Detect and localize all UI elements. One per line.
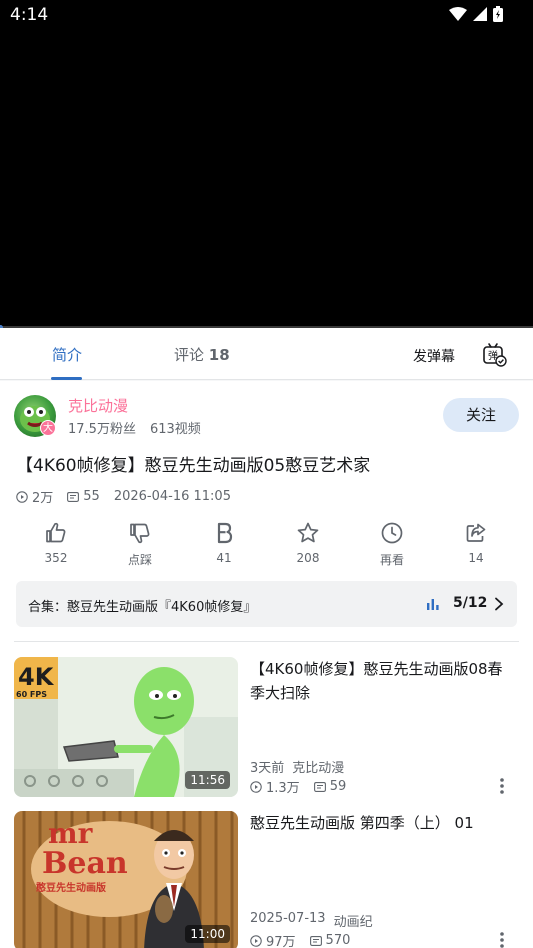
- danmaku-count-icon: [309, 935, 322, 946]
- play-count-icon: [250, 780, 262, 793]
- video-meta: 2万 55 2026-04-16 11:05: [16, 487, 231, 506]
- collection-label: 合集：憨豆先生动画版『4K60帧修复』: [28, 600, 257, 615]
- wifi-icon: [449, 7, 467, 21]
- like-button[interactable]: 352: [16, 521, 96, 565]
- battery-icon: [493, 6, 503, 22]
- uploader-name[interactable]: 克比动漫: [68, 395, 128, 416]
- follow-button[interactable]: 关注: [443, 398, 519, 432]
- section-divider: [14, 641, 519, 642]
- coin-button[interactable]: 41: [184, 521, 264, 565]
- action-bar: 352 点踩 41 208 再看 14: [0, 521, 533, 571]
- dislike-button[interactable]: 点踩: [100, 521, 180, 568]
- more-options-icon[interactable]: [494, 777, 510, 795]
- send-danmaku-button[interactable]: 发弹幕: [413, 346, 455, 366]
- thumbnail-4k-badge: 4K: [18, 663, 55, 691]
- share-icon: [466, 523, 486, 542]
- coin-count: 41: [216, 551, 232, 565]
- uploader-video-count: 613视频: [149, 422, 201, 437]
- status-icons: [449, 6, 503, 22]
- thumbs-down-icon: [130, 523, 150, 544]
- thumbnail-fps-label: 60 FPS: [16, 690, 47, 699]
- thumbs-up-icon: [46, 522, 66, 543]
- recommended-thumbnail[interactable]: 4K 60 FPS 11:56: [14, 657, 238, 797]
- recommended-uploader: 克比动漫: [292, 761, 345, 776]
- thumbnail-logo-subtitle: 憨豆先生动画版: [36, 881, 106, 894]
- recommended-time: 3天前: [250, 761, 285, 776]
- video-views: 2万: [32, 491, 54, 506]
- tab-active-indicator: [51, 377, 82, 380]
- thumbnail-logo-bean: Bean: [42, 846, 128, 881]
- video-player[interactable]: [0, 0, 533, 327]
- watch-later-label: 再看: [379, 553, 404, 567]
- recommended-video[interactable]: mr Bean 憨豆先生动画版 11:00 憨豆先生动画版 第四季（上） 01 …: [14, 811, 519, 948]
- recommended-views: 97万: [266, 935, 296, 948]
- recommended-video[interactable]: 4K 60 FPS 11:56 【4K60帧修复】憨豆先生动画版08春季大扫除 …: [14, 657, 519, 797]
- video-publish-date: 2026-04-16 11:05: [113, 489, 231, 504]
- recommended-thumbnail[interactable]: mr Bean 憨豆先生动画版 11:00: [14, 811, 238, 948]
- share-count: 14: [468, 551, 484, 565]
- danmaku-count-icon: [313, 781, 326, 792]
- tab-comments[interactable]: 评论 18: [174, 344, 230, 365]
- favorite-button[interactable]: 208: [268, 521, 348, 565]
- recommended-meta: 3天前 克比动漫: [250, 757, 344, 776]
- danmaku-toggle-icon[interactable]: 弹: [481, 342, 507, 368]
- status-time: 4:14: [10, 5, 49, 25]
- star-icon: [297, 522, 319, 543]
- recommended-title: 【4K60帧修复】憨豆先生动画版08春季大扫除: [250, 660, 503, 702]
- video-duration: 11:00: [185, 925, 230, 943]
- watch-later-button[interactable]: 再看: [352, 521, 432, 568]
- recommended-stats: 1.3万 59: [250, 777, 346, 796]
- video-title: 【4K60帧修复】憨豆先生动画版05憨豆艺术家: [16, 456, 371, 476]
- status-bar: 4:14: [0, 0, 533, 30]
- recommended-title: 憨豆先生动画版 第四季（上） 01: [250, 814, 474, 832]
- recommended-time: 2025-07-13: [250, 911, 326, 926]
- uploader-stats: 17.5万粉丝 613视频: [68, 418, 201, 437]
- recommended-stats: 97万 570: [250, 931, 350, 948]
- recommended-danmaku: 570: [325, 933, 351, 948]
- more-options-icon[interactable]: [494, 931, 510, 948]
- play-count-icon: [16, 490, 28, 503]
- intro-panel: 大 克比动漫 17.5万粉丝 613视频 关注 【4K60帧修复】憨豆先生动画版…: [0, 381, 533, 948]
- uploader-fans: 17.5万粉丝: [68, 422, 136, 437]
- like-count: 352: [44, 551, 68, 565]
- video-duration: 11:56: [185, 771, 230, 789]
- recommended-meta: 2025-07-13 动画纪: [250, 911, 373, 930]
- danmaku-count-icon: [67, 491, 80, 502]
- tab-bar: 简介 评论 18 发弹幕 弹: [0, 328, 533, 380]
- tab-intro[interactable]: 简介: [52, 344, 82, 365]
- collection-progress: 5/12: [453, 595, 488, 611]
- recommended-views: 1.3万: [266, 781, 300, 796]
- recommended-uploader: 动画纪: [333, 915, 373, 930]
- uploader-badge: 大: [40, 420, 56, 436]
- play-count-icon: [250, 934, 262, 947]
- video-danmaku-count: 55: [83, 489, 100, 504]
- share-button[interactable]: 14: [436, 521, 516, 565]
- tab-comments-count: 18: [208, 346, 230, 364]
- signal-icon: [473, 7, 487, 21]
- clock-icon: [381, 522, 403, 544]
- chevron-right-icon: [495, 597, 504, 611]
- playlist-bars-icon: [427, 599, 439, 610]
- recommended-danmaku: 59: [329, 779, 347, 794]
- collection-bar[interactable]: 合集：憨豆先生动画版『4K60帧修复』 5/12: [16, 581, 517, 627]
- favorite-count: 208: [296, 551, 320, 565]
- dislike-label: 点踩: [127, 553, 152, 567]
- coin-icon: [217, 522, 233, 544]
- tab-comments-label: 评论: [174, 346, 205, 364]
